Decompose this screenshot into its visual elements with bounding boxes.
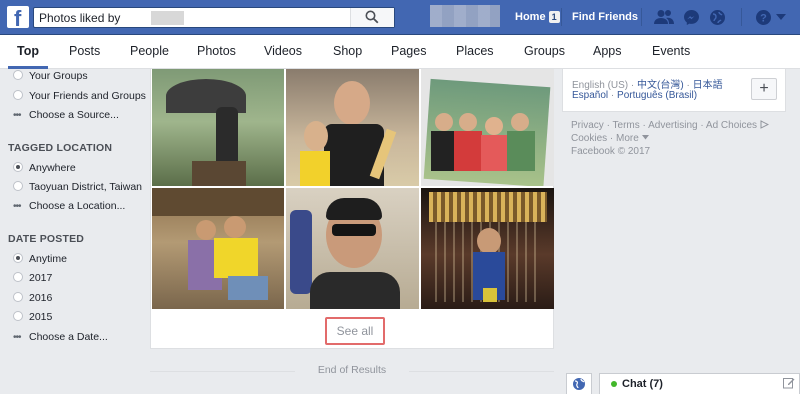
footer-link-privacy[interactable]: Privacy [571,120,604,131]
search-button[interactable] [350,8,394,27]
photo-result-1[interactable] [152,69,284,186]
choose-date-link[interactable]: ••• Choose a Date... [13,331,108,343]
see-all-button[interactable]: See all [325,317,385,345]
nav-divider [561,8,562,26]
footer-link-advertising[interactable]: Advertising [648,120,697,131]
messenger-icon[interactable] [683,9,700,26]
search-filter-tabs: Top Posts People Photos Videos Shop Page… [0,35,800,69]
home-link[interactable]: Home 1 [515,11,560,23]
tab-people[interactable]: People [130,44,169,58]
radio-icon [13,181,23,191]
tab-posts[interactable]: Posts [69,44,100,58]
filter-date-2016[interactable]: 2016 [13,292,52,304]
radio-icon [13,70,23,80]
search-input-value: Photos liked by [39,11,121,25]
profile-avatar-redacted[interactable] [430,5,500,27]
friends-icon[interactable] [654,9,674,25]
chat-bar[interactable]: Chat (7) [599,373,800,394]
choose-source-link[interactable]: ••• Choose a Source... [13,109,119,121]
more-dots-icon: ••• [13,110,22,121]
filter-source-your-groups[interactable]: Your Groups [13,70,88,82]
nav-divider [641,8,642,26]
language-link-ja[interactable]: 日本語 [693,80,723,91]
date-posted-heading: DATE POSTED [8,233,85,245]
photo-result-6[interactable] [421,188,554,309]
tab-top[interactable]: Top [17,44,39,58]
compose-icon[interactable] [783,377,795,389]
plus-icon: + [759,80,769,97]
photo-result-3[interactable] [421,69,554,186]
tagged-location-heading: TAGGED LOCATION [8,142,113,154]
footer-links-line-1: Privacy · Terms · Advertising · Ad Choic… [571,120,769,131]
language-link-es[interactable]: Español [572,90,608,101]
radio-icon [13,292,23,302]
end-of-results-label: End of Results [150,364,554,376]
language-line-2: Español · Português (Brasil) [572,90,698,101]
radio-icon [13,272,23,282]
radio-selected-icon [13,253,23,263]
facebook-logo[interactable]: f [7,6,29,31]
tab-groups[interactable]: Groups [524,44,565,58]
language-line-1: English (US) · 中文(台灣) · 日本語 [572,80,723,91]
footer-link-ad-choices[interactable]: Ad Choices [706,120,757,131]
radio-selected-icon [13,162,23,172]
footer-links-line-2: Cookies · More [571,133,649,144]
globe-icon [573,378,585,390]
copyright: Facebook © 2017 [571,146,651,157]
more-dots-icon: ••• [13,201,22,212]
svg-text:?: ? [760,13,767,25]
ad-choices-icon [760,120,769,129]
filter-location-taoyuan[interactable]: Taoyuan District, Taiwan [13,181,142,193]
photo-result-5[interactable] [286,188,419,309]
top-navigation-bar: f Photos liked by Home 1 Find Friends ? [0,0,800,35]
radio-icon [13,311,23,321]
photo-results-card: See all [150,69,554,349]
tab-events[interactable]: Events [652,44,690,58]
caret-down-icon [641,135,649,140]
filter-date-2017[interactable]: 2017 [13,272,52,284]
filter-date-anytime[interactable]: Anytime [13,253,67,265]
radio-icon [13,90,23,100]
find-friends-link[interactable]: Find Friends [572,11,638,23]
filter-location-anywhere[interactable]: Anywhere [13,162,76,174]
search-input[interactable]: Photos liked by [33,7,395,28]
redacted-name [151,11,184,25]
globe-icon[interactable] [709,9,726,26]
tab-places[interactable]: Places [456,44,494,58]
more-dots-icon: ••• [13,332,22,343]
home-count-badge: 1 [548,11,560,23]
footer-link-terms[interactable]: Terms [613,120,640,131]
dropdown-icon[interactable] [776,14,786,21]
photo-result-2[interactable] [286,69,419,186]
help-icon[interactable]: ? [755,9,772,26]
photo-result-4[interactable] [152,188,284,309]
chat-label: Chat (7) [622,378,663,390]
tab-photos[interactable]: Photos [197,44,236,58]
tab-shop[interactable]: Shop [333,44,362,58]
online-status-dot [611,381,617,387]
filter-date-2015[interactable]: 2015 [13,311,52,323]
active-tab-indicator [8,66,48,69]
tab-apps[interactable]: Apps [593,44,622,58]
more-languages-button[interactable]: + [751,78,777,100]
nav-divider [741,8,742,26]
choose-location-link[interactable]: ••• Choose a Location... [13,200,125,212]
footer-link-more[interactable]: More [616,133,639,144]
tab-pages[interactable]: Pages [391,44,426,58]
chat-globe-button[interactable] [566,373,592,394]
language-link-pt-br[interactable]: Português (Brasil) [617,90,697,101]
language-selector-box: English (US) · 中文(台灣) · 日本語 Español · Po… [562,69,786,112]
tab-videos[interactable]: Videos [264,44,302,58]
footer-link-cookies[interactable]: Cookies [571,133,607,144]
search-icon [365,10,379,24]
filter-source-friends-and-groups[interactable]: Your Friends and Groups [13,90,146,102]
